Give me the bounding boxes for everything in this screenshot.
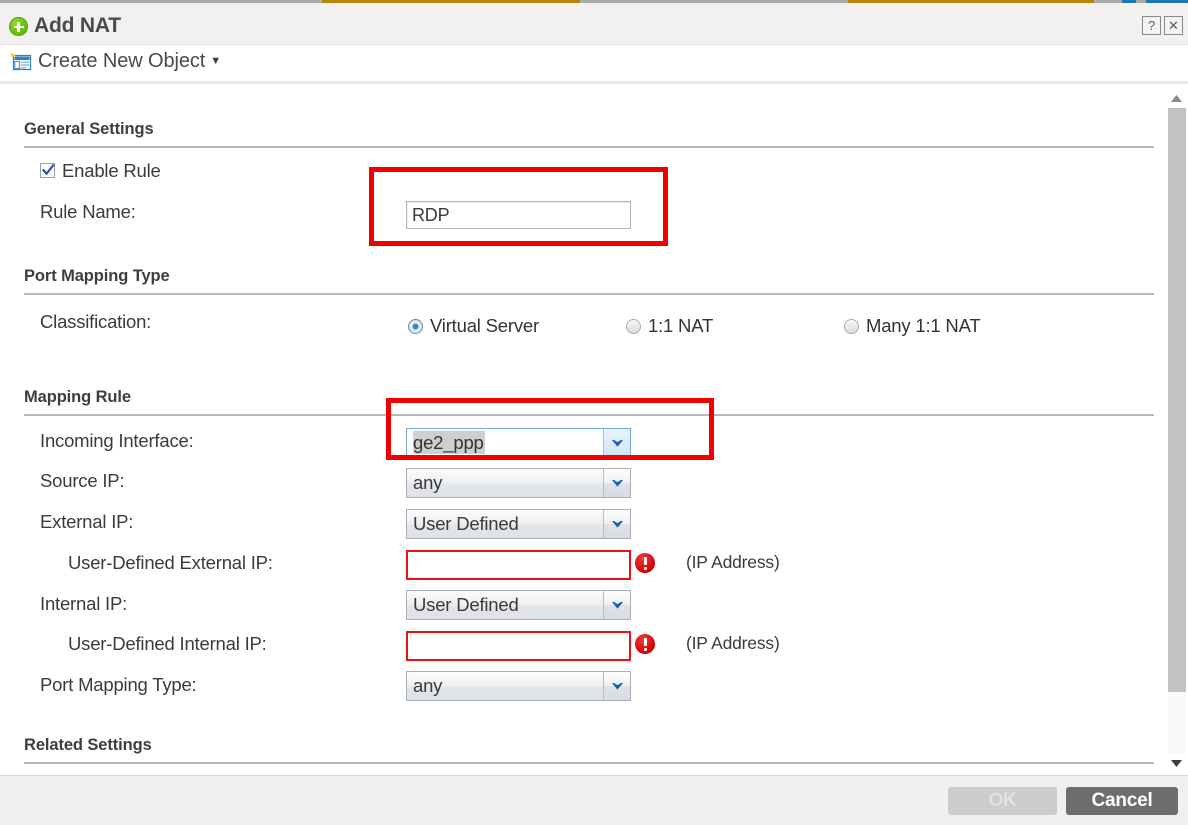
user-defined-external-ip-input[interactable] [406,550,631,580]
strip-segment-gray-1 [0,0,322,3]
source-ip-label: Source IP: [40,470,125,491]
create-new-object-label: Create New Object [38,50,206,72]
create-new-object-menu[interactable]: Create New Object ▼ [10,50,221,73]
strip-segment-blue-3 [1176,0,1188,3]
port-mapping-type-value: any [413,675,443,696]
scroll-down-arrow-icon[interactable] [1168,755,1185,772]
scroll-up-arrow-icon[interactable] [1168,90,1185,107]
enable-rule-label: Enable Rule [62,160,161,181]
chevron-down-icon[interactable] [603,510,630,538]
classification-label: Classification: [40,311,152,332]
external-ip-select[interactable]: User Defined [406,509,631,539]
dialog-footer: OK Cancel [0,775,1188,825]
chevron-down-icon[interactable] [603,672,630,700]
window-buttons: ? ✕ [1142,16,1183,35]
dialog-title: Add NAT [34,14,121,37]
internal-ip-value: User Defined [413,594,519,615]
user-defined-external-ip-label: User-Defined External IP: [68,552,273,573]
classification-option-label: 1:1 NAT [648,315,714,336]
help-icon[interactable]: ? [1142,16,1161,35]
create-new-object-icon [10,51,32,72]
internal-ip-label: Internal IP: [40,593,128,614]
user-defined-external-ip-hint: (IP Address) [686,552,780,572]
source-ip-value: any [413,472,443,493]
strip-segment-gray-2 [580,0,848,3]
classification-option-label: Many 1:1 NAT [866,315,981,336]
dialog-content: General Settings Enable Rule Rule Name: … [0,87,1188,775]
user-defined-internal-ip-hint: (IP Address) [686,633,780,653]
chevron-down-icon[interactable] [603,591,630,619]
strip-segment-gray-3 [1094,0,1122,3]
enable-rule-checkbox[interactable] [40,163,55,178]
rule-name-input[interactable] [406,201,631,229]
dialog-toolbar: Create New Object ▼ [0,46,1188,84]
section-header-mapping-rule: Mapping Rule [24,388,1154,416]
classification-option-label: Virtual Server [430,315,539,336]
strip-segment-gold-2 [848,0,1094,3]
vertical-scrollbar[interactable] [1163,87,1188,775]
radio-icon [844,318,859,334]
incoming-interface-value: ge2_ppp [413,431,485,454]
source-ip-select[interactable]: any [406,468,631,498]
ok-button[interactable]: OK [948,787,1057,815]
port-mapping-type-select[interactable]: any [406,671,631,701]
scrollbar-thumb[interactable] [1168,108,1186,692]
incoming-interface-label: Incoming Interface: [40,430,194,451]
scrollbar-track[interactable] [1168,108,1186,754]
settings-panel: General Settings Enable Rule Rule Name: … [0,87,1163,775]
internal-ip-select[interactable]: User Defined [406,590,631,620]
dialog-titlebar: Add NAT ? ✕ [0,6,1188,45]
port-mapping-type-row-label: Port Mapping Type: [40,674,197,695]
strip-segment-blue-2 [1146,0,1176,3]
error-icon [635,553,655,573]
chevron-down-icon[interactable] [603,469,630,497]
add-plus-icon [9,17,28,36]
strip-segment-gray-4 [1136,0,1146,3]
section-header-general-settings: General Settings [24,120,1154,148]
chevron-down-icon[interactable] [603,429,630,457]
external-ip-value: User Defined [413,513,519,534]
radio-icon-selected [408,318,423,334]
classification-radio-many-1-1-nat[interactable]: Many 1:1 NAT [844,315,981,337]
section-header-related-settings: Related Settings [24,736,1154,764]
radio-icon [626,318,641,334]
chevron-down-icon: ▼ [210,55,222,67]
add-nat-dialog: Add NAT ? ✕ Create New Object ▼ General … [0,0,1188,825]
cancel-button[interactable]: Cancel [1066,787,1178,815]
close-icon[interactable]: ✕ [1164,16,1183,35]
rule-name-label: Rule Name: [40,201,136,222]
external-ip-label: External IP: [40,511,134,532]
classification-radio-virtual-server[interactable]: Virtual Server [408,315,539,337]
error-icon [635,634,655,654]
strip-segment-gold-1 [322,0,580,3]
incoming-interface-select[interactable]: ge2_ppp [406,428,631,458]
user-defined-internal-ip-input[interactable] [406,631,631,661]
strip-segment-blue-1 [1122,0,1136,3]
classification-radio-1-1-nat[interactable]: 1:1 NAT [626,315,713,337]
section-header-port-mapping-type: Port Mapping Type [24,267,1154,295]
user-defined-internal-ip-label: User-Defined Internal IP: [68,633,267,654]
